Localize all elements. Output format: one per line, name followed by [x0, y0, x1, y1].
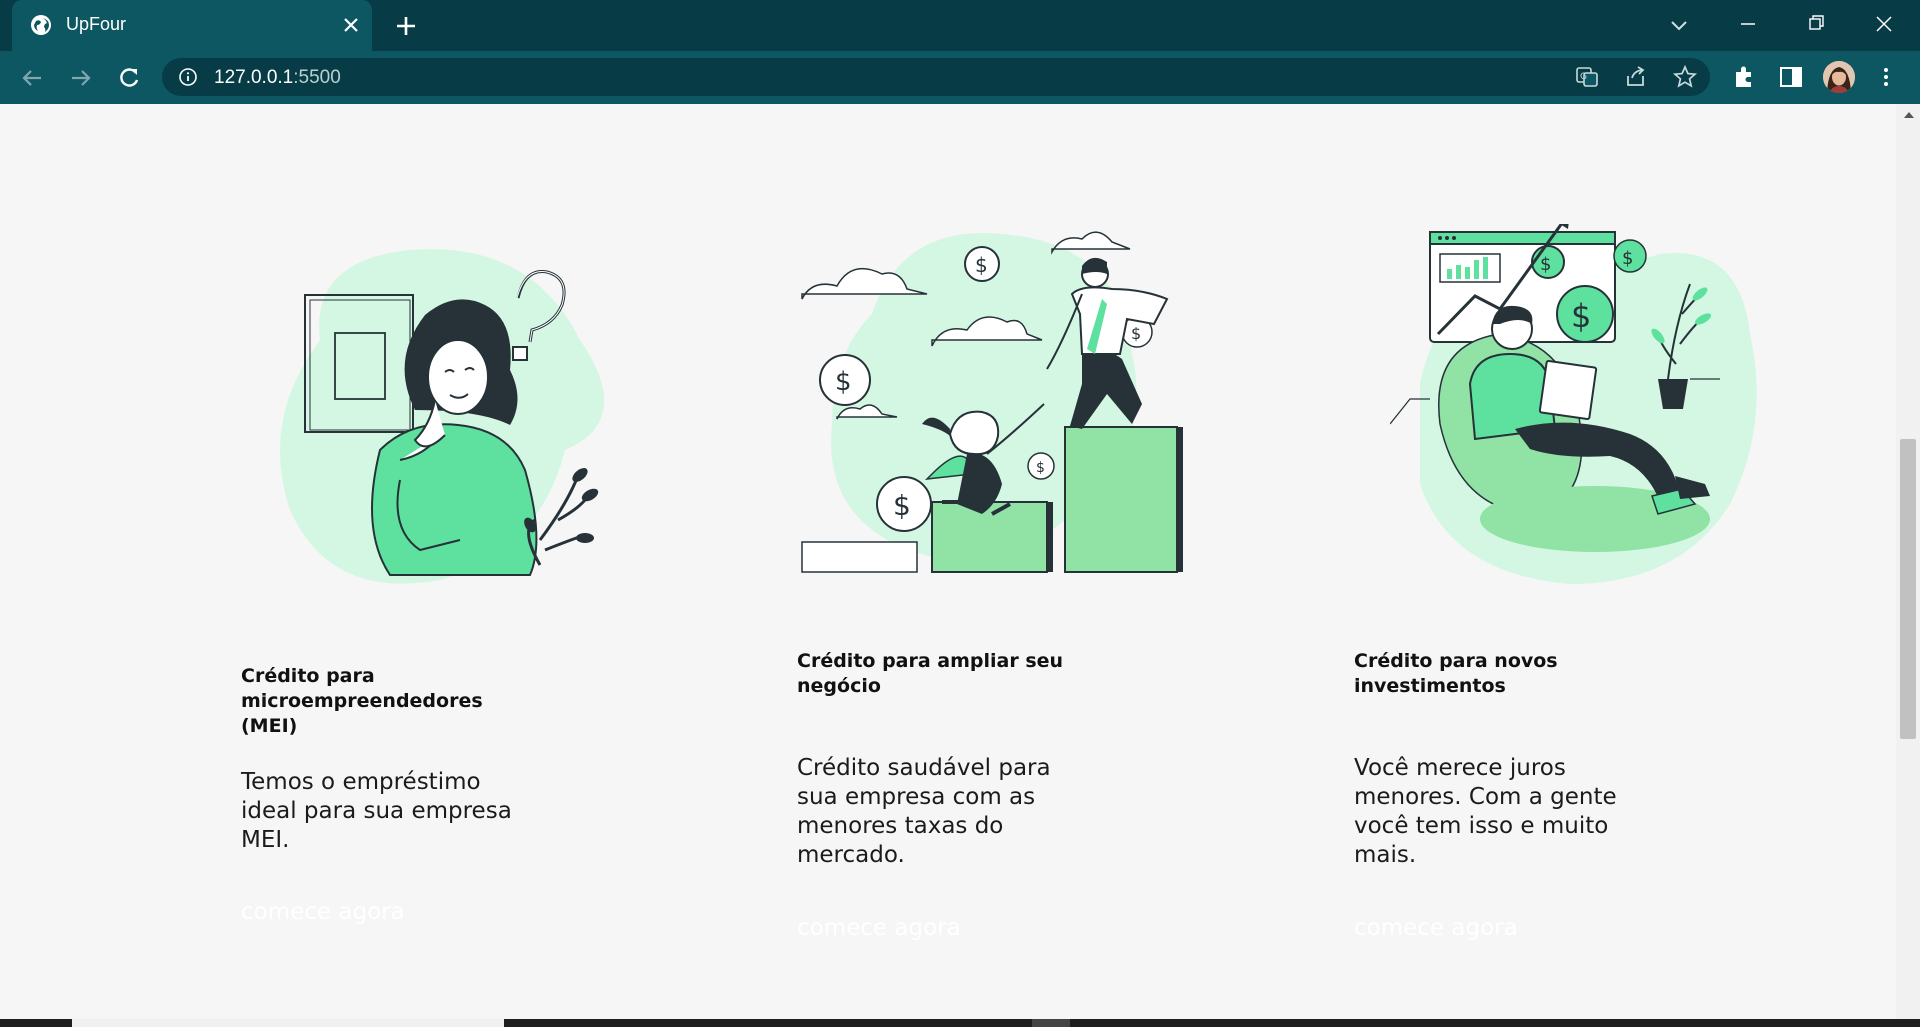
translate-icon[interactable]: G — [1574, 64, 1600, 90]
thinking-woman-illustration — [280, 249, 605, 584]
start-now-link[interactable]: comece agora — [797, 915, 961, 941]
svg-text:$: $ — [893, 489, 911, 522]
star-icon[interactable] — [1672, 64, 1698, 90]
page-viewport: Crédito para microempreendedores (MEI) T… — [0, 104, 1896, 1019]
address-bar[interactable]: 127.0.0.1:5500 G — [162, 58, 1710, 96]
globe-icon — [31, 15, 51, 35]
browser-toolbar: 127.0.0.1:5500 G — [0, 51, 1920, 104]
start-now-link[interactable]: comece agora — [1354, 915, 1518, 941]
side-panel-icon[interactable] — [1777, 63, 1805, 91]
svg-text:$: $ — [835, 367, 852, 397]
profile-photo — [1823, 61, 1855, 93]
back-arrow-icon[interactable] — [17, 63, 47, 93]
vertical-scrollbar[interactable] — [1896, 104, 1920, 1019]
kebab-menu-icon[interactable] — [1872, 63, 1900, 91]
card-description: Temos o empréstimo ideal para sua empres… — [241, 769, 512, 853]
svg-text:$: $ — [1571, 297, 1591, 335]
card-description: Você merece juros menores. Com a gente v… — [1354, 755, 1617, 868]
card-description: Crédito saudável para sua empresa com as… — [797, 755, 1051, 868]
taskbar-active-window[interactable] — [72, 1019, 504, 1027]
close-icon[interactable] — [338, 12, 364, 38]
extensions-icon[interactable] — [1730, 63, 1758, 91]
restore-icon[interactable] — [1794, 8, 1838, 40]
svg-text:$: $ — [1131, 324, 1141, 343]
start-now-link[interactable]: comece agora — [241, 899, 405, 925]
svg-text:$: $ — [1036, 460, 1045, 476]
card-title: Crédito para novos investimentos — [1354, 650, 1558, 697]
plus-icon[interactable] — [390, 11, 422, 41]
tab-title: UpFour — [66, 14, 127, 34]
tab-strip: UpFour — [0, 0, 1920, 51]
svg-text:$: $ — [975, 253, 988, 277]
taskbar-item[interactable] — [1032, 1019, 1070, 1027]
climbing-people-illustration: $ $ $ $ $ — [801, 231, 1183, 573]
info-icon[interactable] — [178, 67, 198, 87]
window-close-icon[interactable] — [1862, 8, 1906, 40]
minimize-icon[interactable] — [1726, 8, 1770, 40]
avatar[interactable] — [1823, 61, 1855, 93]
svg-text:G: G — [1580, 72, 1587, 82]
card-title: Crédito para ampliar seu negócio — [797, 650, 1064, 697]
browser-tab[interactable]: UpFour — [12, 0, 372, 51]
investor-illustration: $ $ $ — [1390, 224, 1757, 584]
share-icon[interactable] — [1623, 64, 1649, 90]
taskbar — [0, 1019, 1920, 1027]
url-text: 127.0.0.1:5500 — [214, 67, 341, 88]
forward-arrow-icon[interactable] — [66, 63, 96, 93]
card-title: Crédito para microempreendedores (MEI) — [241, 665, 483, 737]
svg-text:$: $ — [1540, 254, 1551, 275]
svg-text:$: $ — [1622, 248, 1633, 269]
reload-icon[interactable] — [114, 63, 144, 93]
scrollbar-thumb[interactable] — [1900, 439, 1916, 739]
chevron-down-icon[interactable] — [1664, 10, 1694, 40]
scroll-up-arrow-icon[interactable] — [1904, 112, 1914, 118]
